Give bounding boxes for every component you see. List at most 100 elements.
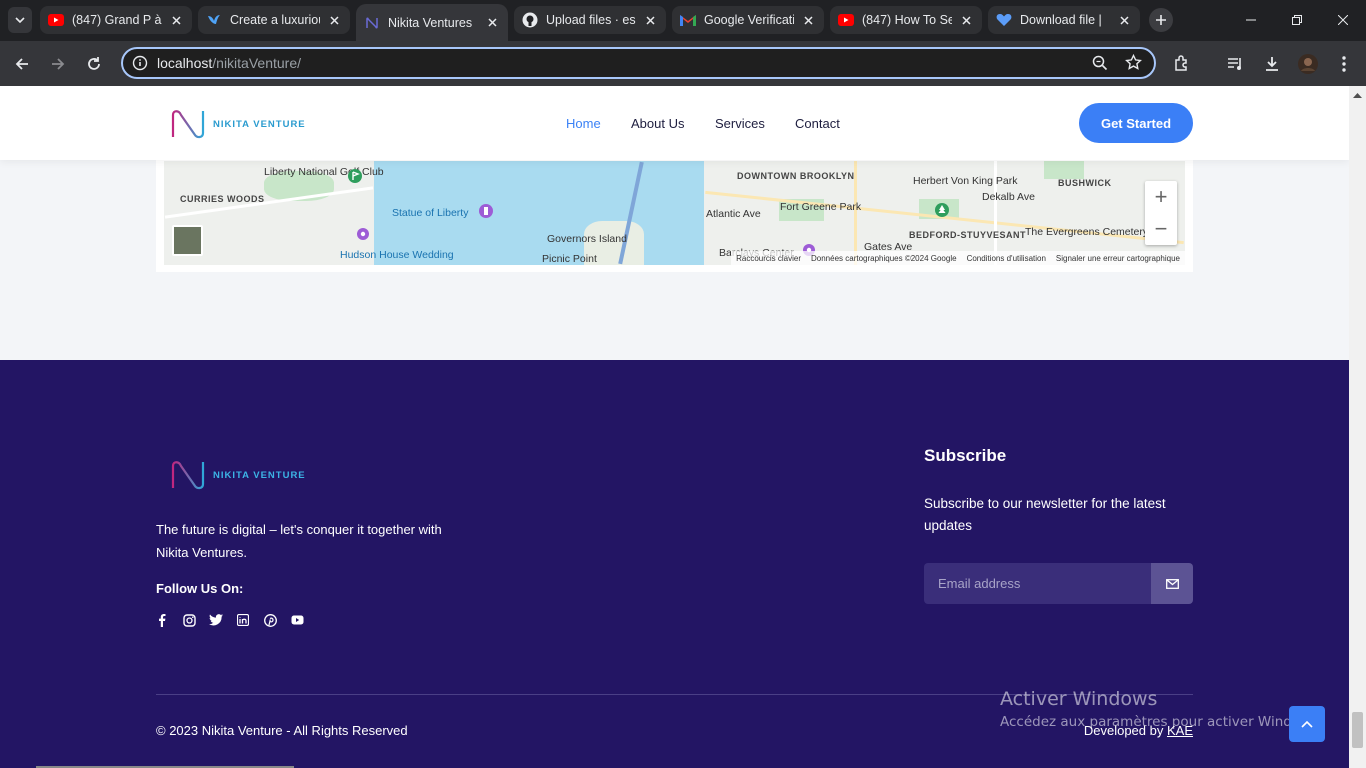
get-started-button[interactable]: Get Started bbox=[1079, 103, 1193, 143]
scrollbar-thumb[interactable] bbox=[1352, 712, 1363, 748]
youtube-icon[interactable] bbox=[290, 613, 304, 627]
map-label: Statue of Liberty bbox=[392, 207, 469, 219]
tab-youtube-how-to[interactable]: (847) How To Se bbox=[830, 6, 982, 34]
close-tab-icon[interactable] bbox=[1116, 12, 1132, 28]
tab-label: Nikita Ventures bbox=[388, 15, 473, 30]
puzzle-icon bbox=[1175, 55, 1187, 71]
nav-link-about-us[interactable]: About Us bbox=[631, 116, 684, 131]
windows-activation-watermark: Activer Windows Accédez aux paramètres p… bbox=[1000, 688, 1322, 730]
url-text: localhost/nikitaVenture/ bbox=[157, 55, 301, 71]
restore-button[interactable] bbox=[1287, 10, 1307, 30]
chevron-up-icon bbox=[1301, 720, 1313, 728]
chevron-down-icon bbox=[15, 17, 25, 23]
map-label: Fort Greene Park bbox=[780, 201, 862, 213]
browser-menu-button[interactable] bbox=[1332, 52, 1356, 76]
address-bar[interactable]: localhost/nikitaVenture/ bbox=[121, 47, 1156, 79]
map-label: Picnic Point bbox=[542, 253, 597, 265]
terms-link[interactable]: Conditions d'utilisation bbox=[967, 254, 1046, 263]
new-tab-button[interactable] bbox=[1149, 8, 1173, 32]
media-queue-icon bbox=[1228, 58, 1241, 70]
scroll-up-arrow-icon[interactable] bbox=[1353, 92, 1362, 98]
close-tab-icon[interactable] bbox=[326, 12, 342, 28]
back-button[interactable] bbox=[10, 52, 34, 76]
close-icon bbox=[1338, 15, 1348, 25]
download-icon bbox=[1266, 57, 1278, 71]
map-attribution: Raccourcis clavier Données cartographiqu… bbox=[731, 251, 1185, 265]
tab-nikita-ventures[interactable]: Nikita Ventures bbox=[356, 4, 508, 41]
reload-button[interactable] bbox=[82, 52, 106, 76]
map-label: Herbert Von King Park bbox=[913, 175, 1018, 187]
close-tab-icon[interactable] bbox=[168, 12, 184, 28]
tab-label: Create a luxuriou bbox=[230, 13, 320, 27]
monument-pin-icon[interactable] bbox=[478, 203, 494, 224]
close-tab-icon[interactable] bbox=[800, 12, 816, 28]
tab-youtube-grand-p[interactable]: (847) Grand P à ç bbox=[40, 6, 192, 34]
map-zoom-control: + − bbox=[1145, 181, 1177, 245]
park-pin-icon[interactable] bbox=[934, 202, 950, 223]
golf-pin-icon[interactable] bbox=[347, 168, 363, 189]
page-scrollbar[interactable] bbox=[1349, 86, 1366, 768]
google-map[interactable]: Liberty National Golf Club CURRIES WOODS… bbox=[164, 161, 1185, 265]
downloads-button[interactable] bbox=[1260, 52, 1284, 76]
logo-wordmark: NIKITA VENTURE bbox=[213, 469, 306, 481]
venue-pin-icon[interactable] bbox=[356, 227, 370, 246]
tab-google-verification[interactable]: Google Verificati bbox=[672, 6, 824, 34]
instagram-icon[interactable] bbox=[182, 613, 196, 627]
url-host: localhost bbox=[157, 55, 213, 71]
nav-link-services[interactable]: Services bbox=[715, 116, 765, 131]
tab-create-luxurious[interactable]: Create a luxuriou bbox=[198, 6, 350, 34]
subscribe-send-button[interactable] bbox=[1151, 563, 1193, 604]
map-data-credit: Données cartographiques ©2024 Google bbox=[811, 253, 957, 263]
bird-icon bbox=[206, 12, 222, 28]
envelope-icon bbox=[1165, 578, 1179, 589]
email-input[interactable] bbox=[924, 563, 1151, 604]
map-label: BUSHWICK bbox=[1058, 178, 1112, 188]
bookmark-star-icon[interactable] bbox=[1125, 53, 1142, 76]
keyboard-shortcuts-link[interactable]: Raccourcis clavier bbox=[736, 254, 801, 263]
zoom-out-button[interactable]: − bbox=[1145, 213, 1177, 245]
copyright-text: © 2023 Nikita Venture - All Rights Reser… bbox=[156, 723, 408, 738]
youtube-icon bbox=[48, 12, 64, 28]
close-tab-icon[interactable] bbox=[484, 15, 500, 31]
facebook-icon[interactable] bbox=[155, 613, 169, 627]
extensions-button[interactable] bbox=[1170, 52, 1194, 76]
site-info-icon[interactable] bbox=[132, 55, 148, 76]
forward-button[interactable] bbox=[46, 52, 70, 76]
follow-us-heading: Follow Us On: bbox=[156, 581, 244, 596]
nav-link-home[interactable]: Home bbox=[566, 116, 601, 131]
tab-strip: (847) Grand P à ç Create a luxuriou Niki… bbox=[0, 0, 1366, 41]
logo-wordmark: NIKITA VENTURE bbox=[213, 118, 306, 130]
close-window-button[interactable] bbox=[1333, 10, 1353, 30]
footer-logo[interactable]: NIKITA VENTURE bbox=[170, 460, 306, 490]
tab-github-upload[interactable]: Upload files · esp bbox=[514, 6, 666, 34]
tab-label: (847) How To Se bbox=[862, 13, 952, 27]
logo-icon bbox=[171, 110, 205, 139]
footer-tagline: The future is digital – let's conquer it… bbox=[156, 522, 442, 560]
restore-icon bbox=[1292, 15, 1302, 25]
media-control-button[interactable] bbox=[1224, 52, 1248, 76]
close-tab-icon[interactable] bbox=[958, 12, 974, 28]
zoom-in-button[interactable]: + bbox=[1145, 181, 1177, 213]
back-to-top-button[interactable] bbox=[1289, 706, 1325, 742]
linkedin-icon[interactable] bbox=[236, 613, 250, 627]
street-view-thumbnail[interactable] bbox=[172, 225, 203, 256]
nav-link-contact[interactable]: Contact bbox=[795, 116, 840, 131]
pinterest-icon[interactable] bbox=[263, 613, 277, 627]
tab-search-button[interactable] bbox=[8, 7, 32, 33]
subscribe-description: Subscribe to our newsletter for the late… bbox=[924, 496, 1166, 533]
web-page: Liberty National Golf Club CURRIES WOODS… bbox=[0, 86, 1349, 768]
reload-icon bbox=[88, 57, 100, 70]
report-error-link[interactable]: Signaler une erreur cartographique bbox=[1056, 254, 1180, 263]
tab-download-file[interactable]: Download file | bbox=[988, 6, 1140, 34]
minimize-button[interactable] bbox=[1241, 10, 1261, 30]
twitter-icon[interactable] bbox=[209, 613, 223, 627]
map-label: DOWNTOWN BROOKLYN bbox=[737, 171, 855, 181]
map-label: CURRIES WOODS bbox=[180, 194, 265, 204]
nikita-icon bbox=[364, 15, 380, 31]
zoom-search-icon[interactable] bbox=[1092, 55, 1108, 76]
minimize-icon bbox=[1246, 19, 1256, 21]
close-tab-icon[interactable] bbox=[642, 12, 658, 28]
profile-avatar[interactable] bbox=[1296, 52, 1320, 76]
header-logo[interactable]: NIKITA VENTURE bbox=[170, 109, 306, 139]
plus-icon bbox=[1156, 15, 1166, 25]
